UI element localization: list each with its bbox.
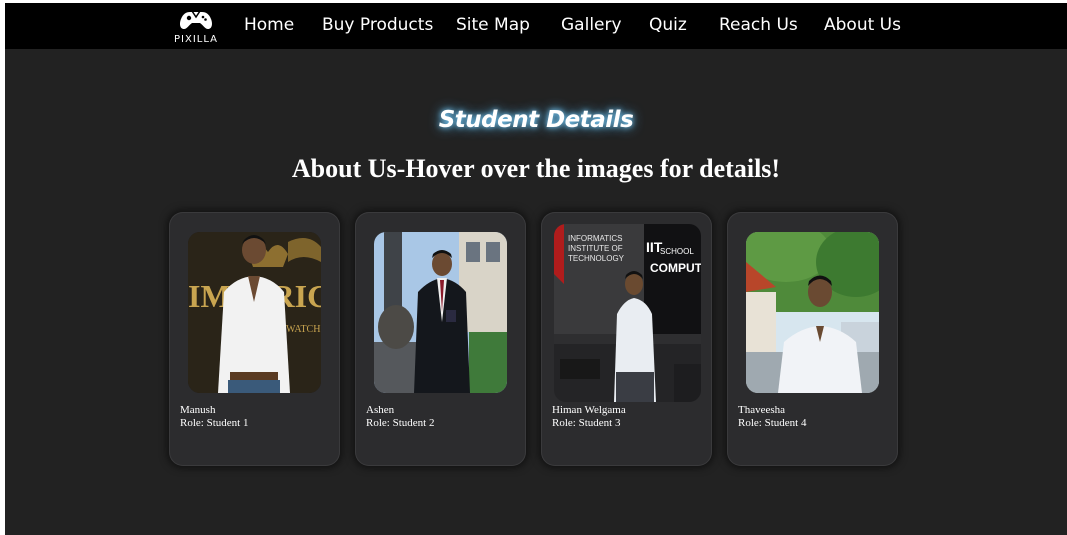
section-title: Student Details [438, 107, 634, 133]
student-role: Role: Student 2 [366, 417, 435, 429]
navbar: PIXILLA Home Buy Products Site Map Galle… [5, 3, 1067, 49]
nav-site-map-link[interactable]: Site Map [456, 15, 530, 35]
student-name: Ashen [366, 404, 395, 416]
nav-buy-products-link[interactable]: Buy Products [322, 15, 433, 35]
nav-home-link[interactable]: Home [244, 15, 294, 35]
student-photo-ashen[interactable] [374, 232, 507, 393]
nav-reach-us-link[interactable]: Reach Us [719, 15, 798, 35]
sign-right-text: SCHOOL [660, 247, 694, 256]
page: PIXILLA Home Buy Products Site Map Galle… [5, 3, 1067, 535]
student-name: Thaveesha [738, 404, 786, 416]
student-photo-manush[interactable]: IMPERIC WATCH [188, 232, 321, 393]
student-role: Role: Student 1 [180, 417, 249, 429]
nav-quiz-link[interactable]: Quiz [649, 15, 687, 35]
student-role: Role: Student 3 [552, 417, 621, 429]
student-photo-thaveesha[interactable] [746, 232, 879, 393]
nav-about-us-link[interactable]: About Us [824, 15, 901, 35]
student-card[interactable]: Thaveesha Role: Student 4 [727, 212, 898, 466]
nav-gallery-link[interactable]: Gallery [561, 15, 622, 35]
nav-links: Home Buy Products Site Map Gallery Quiz … [5, 3, 1067, 49]
student-photo-himan[interactable]: INFORMATICS INSTITUTE OF TECHNOLOGY SCHO… [554, 224, 701, 402]
svg-text:IIT: IIT [646, 239, 663, 255]
sign-right-big-text: COMPUTI [650, 261, 701, 275]
sign-left-text: INFORMATICS INSTITUTE OF TECHNOLOGY [568, 234, 625, 263]
banner-sub-text: WATCH [286, 324, 320, 335]
student-name: Manush [180, 404, 216, 416]
student-card[interactable]: IMPERIC WATCH Manush Role: Student 1 [169, 212, 340, 466]
student-role: Role: Student 4 [738, 417, 807, 429]
student-card[interactable]: INFORMATICS INSTITUTE OF TECHNOLOGY SCHO… [541, 212, 712, 466]
student-card[interactable]: Ashen Role: Student 2 [355, 212, 526, 466]
page-headline: About Us-Hover over the images for detai… [291, 154, 781, 183]
student-name: Himan Welgama [552, 404, 626, 416]
